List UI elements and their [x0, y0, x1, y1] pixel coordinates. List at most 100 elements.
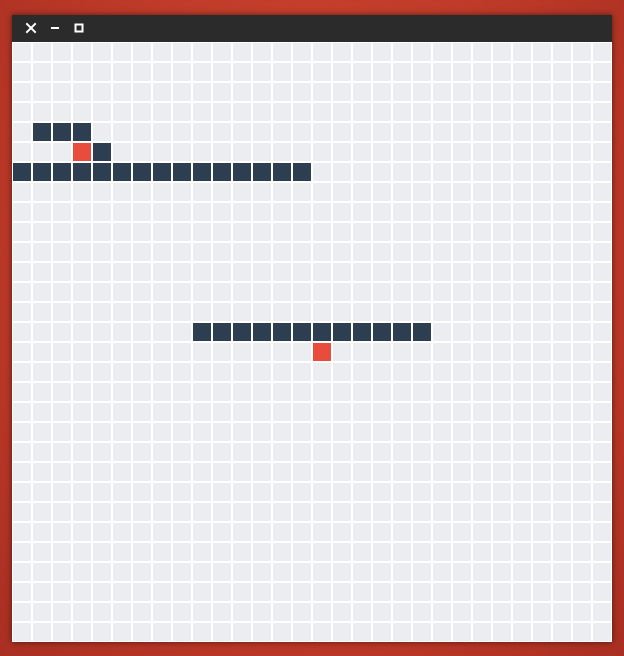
grid-cell	[273, 263, 291, 281]
grid-cell	[333, 523, 351, 541]
grid-cell	[473, 423, 491, 441]
grid-cell	[553, 423, 571, 441]
grid-cell	[313, 283, 331, 301]
snake-1-segment	[173, 163, 191, 181]
grid-cell	[173, 423, 191, 441]
grid-cell	[593, 443, 611, 461]
grid-cell	[33, 483, 51, 501]
grid-cell	[593, 603, 611, 621]
grid-cell	[173, 323, 191, 341]
grid-cell	[453, 103, 471, 121]
grid-cell	[13, 623, 31, 641]
grid-cell	[353, 523, 371, 541]
grid-cell	[13, 403, 31, 421]
grid-cell	[193, 103, 211, 121]
grid-cell	[333, 503, 351, 521]
snake-1-segment	[193, 163, 211, 181]
grid-cell	[93, 243, 111, 261]
grid-cell	[233, 403, 251, 421]
grid-cell	[553, 183, 571, 201]
snake-1-segment	[213, 163, 231, 181]
grid-cell	[173, 143, 191, 161]
grid-cell	[433, 303, 451, 321]
grid-cell	[493, 203, 511, 221]
grid-cell	[553, 543, 571, 561]
grid-cell	[13, 83, 31, 101]
grid-cell	[133, 183, 151, 201]
grid-cell	[573, 143, 591, 161]
grid-cell	[193, 383, 211, 401]
grid-cell	[433, 223, 451, 241]
grid-cell	[393, 383, 411, 401]
grid-cell	[293, 423, 311, 441]
grid-cell	[313, 363, 331, 381]
grid-cell	[573, 423, 591, 441]
game-board[interactable]	[12, 42, 612, 642]
grid-cell	[153, 243, 171, 261]
grid-cell	[293, 303, 311, 321]
grid-cell	[573, 83, 591, 101]
grid-cell	[513, 83, 531, 101]
grid-cell	[333, 563, 351, 581]
grid-cell	[493, 103, 511, 121]
grid-cell	[113, 383, 131, 401]
grid-cell	[233, 223, 251, 241]
grid-cell	[473, 243, 491, 261]
grid-cell	[453, 423, 471, 441]
grid-cell	[253, 363, 271, 381]
grid-cell	[213, 423, 231, 441]
grid-cell	[373, 223, 391, 241]
grid-cell	[393, 183, 411, 201]
grid-cell	[393, 143, 411, 161]
grid-cell	[373, 263, 391, 281]
grid-cell	[33, 223, 51, 241]
grid-cell	[353, 43, 371, 61]
grid-cell	[493, 363, 511, 381]
grid-cell	[213, 103, 231, 121]
grid-cell	[493, 543, 511, 561]
grid-cell	[353, 603, 371, 621]
grid-cell	[73, 623, 91, 641]
grid-cell	[73, 263, 91, 281]
grid-cell	[53, 63, 71, 81]
grid-cell	[73, 483, 91, 501]
grid-cell	[233, 183, 251, 201]
grid-cell	[173, 263, 191, 281]
grid-cell	[413, 123, 431, 141]
grid-cell	[133, 503, 151, 521]
maximize-button[interactable]	[71, 20, 87, 36]
grid-cell	[513, 323, 531, 341]
grid-cell	[573, 123, 591, 141]
grid-cell	[33, 283, 51, 301]
grid-cell	[93, 543, 111, 561]
grid-cell	[33, 243, 51, 261]
grid-cell	[93, 583, 111, 601]
grid-cell	[433, 203, 451, 221]
grid-cell	[13, 563, 31, 581]
grid-cell	[353, 143, 371, 161]
grid-cell	[513, 543, 531, 561]
grid-cell	[313, 603, 331, 621]
grid-cell	[113, 483, 131, 501]
grid-cell	[193, 223, 211, 241]
grid-cell	[433, 543, 451, 561]
grid-cell	[233, 623, 251, 641]
grid-cell	[573, 63, 591, 81]
grid-cell	[93, 343, 111, 361]
grid-cell	[293, 603, 311, 621]
grid-cell	[473, 203, 491, 221]
grid-cell	[113, 423, 131, 441]
grid-cell	[413, 423, 431, 441]
grid-cell	[113, 543, 131, 561]
grid-cell	[553, 243, 571, 261]
minimize-button[interactable]	[47, 20, 63, 36]
close-button[interactable]	[23, 20, 39, 36]
grid-cell	[493, 283, 511, 301]
grid-cell	[313, 543, 331, 561]
grid-cell	[533, 423, 551, 441]
grid-cell	[393, 503, 411, 521]
grid-cell	[193, 243, 211, 261]
grid-cell	[333, 343, 351, 361]
snake-2-segment	[393, 323, 411, 341]
grid-cell	[93, 183, 111, 201]
